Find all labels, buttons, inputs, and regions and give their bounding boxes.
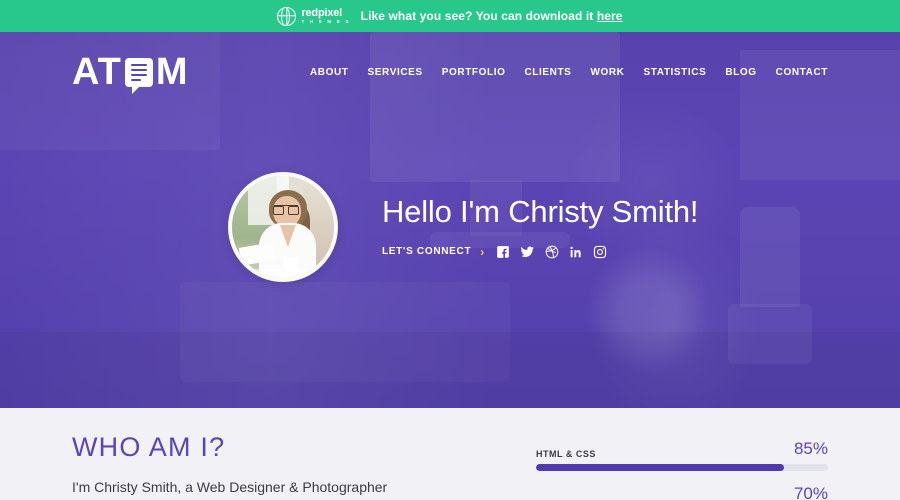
redpixel-brand-tagline: T H E M E S	[301, 18, 351, 24]
skill-progress-track	[536, 464, 828, 471]
skill-item: 70%	[536, 484, 828, 500]
skill-name: HTML & CSS	[536, 449, 596, 459]
site-header: AT M ABOUT SERVICES PORTFOLIO CLIENTS WO…	[0, 32, 900, 112]
nav-item-about[interactable]: ABOUT	[310, 67, 349, 78]
nav-item-services[interactable]: SERVICES	[368, 67, 423, 78]
profile-avatar	[228, 172, 338, 282]
atom-logo[interactable]: AT M	[72, 51, 189, 94]
twitter-icon[interactable]	[520, 245, 535, 259]
social-links	[496, 245, 607, 259]
nav-item-blog[interactable]: BLOG	[725, 67, 756, 78]
about-description: I'm Christy Smith, a Web Designer & Phot…	[72, 479, 388, 495]
facebook-icon[interactable]	[496, 245, 510, 259]
redpixel-brand-name: redpixel	[301, 6, 343, 19]
lets-connect-label: LET'S CONNECT	[382, 246, 472, 258]
skill-percent: 85%	[793, 439, 828, 458]
hero-content: Hello I'm Christy Smith! LET'S CONNECT ›	[0, 172, 900, 282]
main-navigation: ABOUT SERVICES PORTFOLIO CLIENTS WORK ST…	[310, 67, 828, 78]
nav-item-clients[interactable]: CLIENTS	[524, 67, 571, 78]
who-am-i-heading: WHO AM I?	[72, 432, 226, 462]
promo-banner: redpixel T H E M E S Like what you see? …	[0, 0, 900, 32]
promo-message: Like what you see? You can download it h…	[361, 9, 623, 23]
promo-message-text: Like what you see? You can download it	[360, 9, 594, 23]
promo-download-link[interactable]: here	[597, 9, 623, 23]
logo-text-at: AT	[72, 51, 122, 93]
redpixel-wordmark: redpixel T H E M E S	[301, 6, 351, 25]
redpixel-logo: redpixel T H E M E S	[277, 6, 351, 26]
skill-percent: 70%	[793, 484, 828, 500]
linkedin-icon[interactable]	[569, 245, 583, 259]
skill-progress-fill	[536, 464, 785, 471]
hero-title: Hello I'm Christy Smith!	[382, 194, 699, 230]
hero-text-block: Hello I'm Christy Smith! LET'S CONNECT ›	[382, 194, 699, 259]
speech-bubble-icon	[124, 57, 153, 94]
nav-item-portfolio[interactable]: PORTFOLIO	[442, 67, 506, 78]
about-section: WHO AM I? I'm Christy Smith, a Web Desig…	[0, 408, 900, 500]
nav-item-contact[interactable]: CONTACT	[776, 67, 828, 78]
skill-item: HTML & CSS 85%	[536, 439, 828, 471]
nav-item-statistics[interactable]: STATISTICS	[644, 67, 707, 78]
hero-section: AT M ABOUT SERVICES PORTFOLIO CLIENTS WO…	[0, 32, 900, 408]
chevron-right-icon: ›	[480, 244, 485, 259]
globe-icon	[277, 6, 297, 26]
nav-item-work[interactable]: WORK	[590, 67, 624, 78]
instagram-icon[interactable]	[593, 245, 607, 259]
dribbble-icon[interactable]	[545, 245, 559, 259]
logo-text-m: M	[155, 51, 189, 93]
lets-connect-row: LET'S CONNECT ›	[382, 245, 698, 259]
skills-list: HTML & CSS 85% 70%	[536, 434, 828, 500]
about-text-block: WHO AM I? I'm Christy Smith, a Web Desig…	[72, 434, 502, 500]
